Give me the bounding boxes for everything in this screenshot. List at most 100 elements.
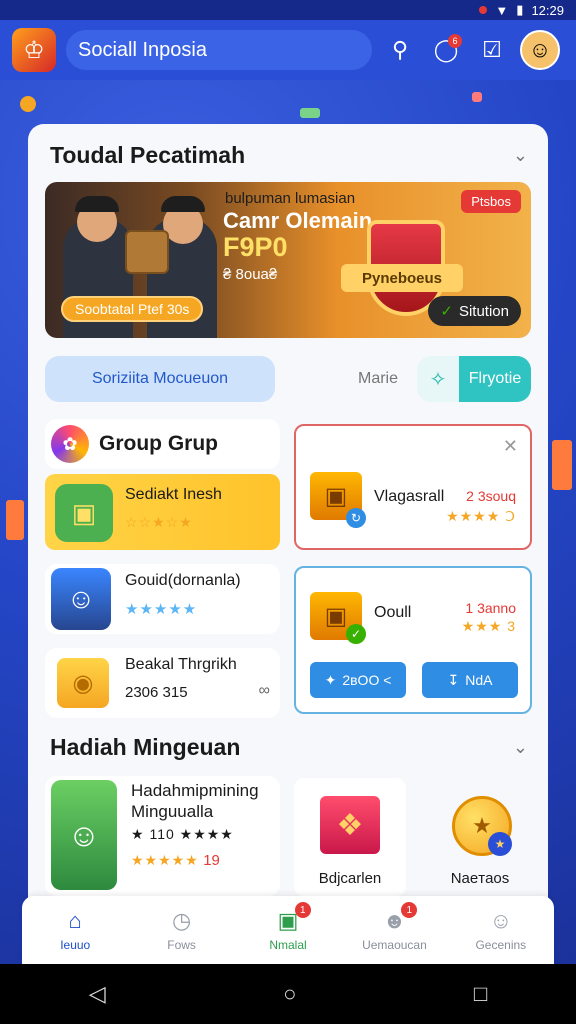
download-button-label: NdA [465,672,493,688]
character-icon: ☺ [51,780,117,890]
tab-right-label: Flryotie [459,356,531,402]
link-icon[interactable]: ∞ [259,682,270,700]
group-header: ✿ Group Grup [45,419,280,469]
app-title[interactable]: Sociall Inposia [66,30,372,70]
chevron-down-icon[interactable]: ⌄ [513,145,528,166]
refresh-icon: ↻ [346,508,366,528]
shield-ribbon: Pyneboeus [341,264,463,292]
coin-card[interactable]: ★ ★ Naeтaos [428,778,532,896]
chevron-down-icon[interactable]: ⌄ [513,737,528,758]
claim-button[interactable]: ✦ 2вOO < [310,662,406,698]
nav-label: Gecenins [475,938,527,952]
list-item[interactable]: ▣ Sediakt Inesh ☆☆★☆★ [45,474,280,550]
tab-left[interactable]: Soriziita Mocueuon [45,356,275,402]
rating-row: ★★★★★ 19 [131,852,220,870]
coin-badge-icon: ★ [488,832,512,856]
nav-label: Fows [167,938,196,952]
section-title: Hadiah Mingeuan [50,734,241,760]
nav-label: Ieuuo [60,938,91,952]
search-icon[interactable]: ⚲ [382,32,418,68]
nav-gecenins[interactable]: ☺ Gecenins [448,896,554,964]
list-item-value: 2306 315 [125,684,188,701]
rating-stars: ★★★★★ [131,852,199,868]
clock-icon: ◷ [172,908,192,933]
character-icon: ☺ [51,568,111,630]
confetti [472,92,482,102]
close-icon[interactable]: ✕ [503,436,518,457]
confetti [300,108,320,118]
home-circle-icon[interactable]: ○ [283,981,296,1007]
gift-card[interactable]: ❖ Bdjcarlen [294,778,406,896]
tab-mid[interactable]: Marie [358,370,398,388]
nav-uemaoucan[interactable]: ☻ 1 Uemaoucan [341,896,447,964]
offer-card[interactable]: ▣ ✓ Ooull 1 3anno ★★★ 3 ✦ 2вOO < ↧ NdA [294,566,532,714]
download-icon: ↧ [447,671,460,688]
claim-button-label: 2вOO < [342,672,392,688]
offer-price: 1 3anno [465,600,516,616]
nav-nmalal[interactable]: ▣ 1 Nmalal [235,896,341,964]
banner-subtitle: bulpuman lumasian [225,190,356,207]
list-item-label: Sediakt Inesh [125,486,222,503]
banner-amount: ₴ 8oua₴ [223,266,278,283]
banner-action-button[interactable]: ✓ Sitution [428,296,521,326]
banner-ribbon: Soobtatal Ptef 30s [61,296,204,322]
app-bar: ♔ Sociall Inposia ⚲ ◯ 6 ☑ ☺ [0,20,576,80]
gift-label: Bdjcarlen [318,870,382,887]
offer-label: Vlagasrall [374,488,445,505]
notification-icon[interactable]: ◯ 6 [428,32,464,68]
confetti [6,500,24,540]
main-card: Toudal Pecatimah ⌄ bulpuman lumasian Cam… [28,124,548,924]
offer-price: 2 3souq [466,488,516,504]
app-logo-icon[interactable]: ♔ [12,28,56,72]
list-item-title: Hadahmipmining Minguualla [131,781,259,821]
nav-fows[interactable]: ◷ Fows [128,896,234,964]
treasure-box-icon [125,230,169,274]
banner-action-label: Sitution [458,302,509,320]
tab-right[interactable]: ✧ Flryotie [417,356,531,402]
coin-label: Naeтaos [450,870,510,887]
nav-label: Uemaoucan [362,938,427,952]
status-bar: ▼ ▮ 12:29 [0,0,576,20]
system-nav-bar: ◁ ○ □ [0,964,576,1024]
list-item-label: Beakal Thrgrikh [125,656,237,673]
gold-box-icon: ▣ [55,484,113,542]
section-header: Toudal Pecatimah ⌄ [50,142,528,169]
bottom-nav: ⌂ Ieuuo ◷ Fows ▣ 1 Nmalal ☻ 1 Uemaoucan … [22,896,554,964]
wifi-icon: ▼ [495,2,509,18]
recents-icon[interactable]: □ [474,981,487,1007]
notification-badge: 6 [448,34,462,48]
promo-banner[interactable]: bulpuman lumasian Camr Olemain F9P0 ₴ 8o… [45,182,531,338]
list-item[interactable]: ☺ Gouid(dornanla) ★★★★★ [45,564,280,634]
tasks-icon[interactable]: ☑ [474,32,510,68]
nav-badge: 1 [294,902,311,918]
rating-stars: ★ 110 ★★★★ [131,826,234,842]
section-header: Hadiah Mingeuan ⌄ [50,734,528,761]
rating-stars: ☆☆★☆★ [125,514,193,530]
download-button[interactable]: ↧ NdA [422,662,518,698]
gift-icon: ❖ [320,796,380,854]
offer-label: Ooull [374,604,412,621]
list-item[interactable]: ☺ Hadahmipmining Minguualla ★ 110 ★★★★ ★… [45,776,280,896]
rating-stars: ★★★★ Ↄ [446,508,516,524]
group-icon: ✿ [51,425,89,463]
offer-card[interactable]: ✕ ▣ ↻ Vlagasrall 2 3souq ★★★★ Ↄ [294,424,532,550]
banner-tag[interactable]: Ptsbos [461,190,521,213]
banner-headline: F9P0 [223,232,288,262]
notification-dot-icon [479,6,488,14]
banner-title: Camr Olemain [223,208,373,233]
section-title: Toudal Pecatimah [50,142,246,168]
nav-home[interactable]: ⌂ Ieuuo [22,896,128,964]
puzzle-icon: ✧ [429,368,447,391]
ticket-icon: ✦ [324,671,337,688]
avatar[interactable]: ☺ [520,30,560,70]
list-item-label: Gouid(dornanla) [125,572,241,589]
profile-icon: ☺ [489,908,513,933]
check-icon: ✓ [440,303,453,320]
rating-stars: ★★★ 3 [461,618,516,634]
nav-label: Nmalal [269,938,307,952]
back-icon[interactable]: ◁ [89,981,106,1007]
list-item[interactable]: ◉ Beakal Thrgrikh 2306 315 ∞ [45,648,280,718]
battery-icon: ▮ [516,2,524,17]
nav-badge: 1 [401,902,418,918]
status-time: 12:29 [531,2,564,18]
